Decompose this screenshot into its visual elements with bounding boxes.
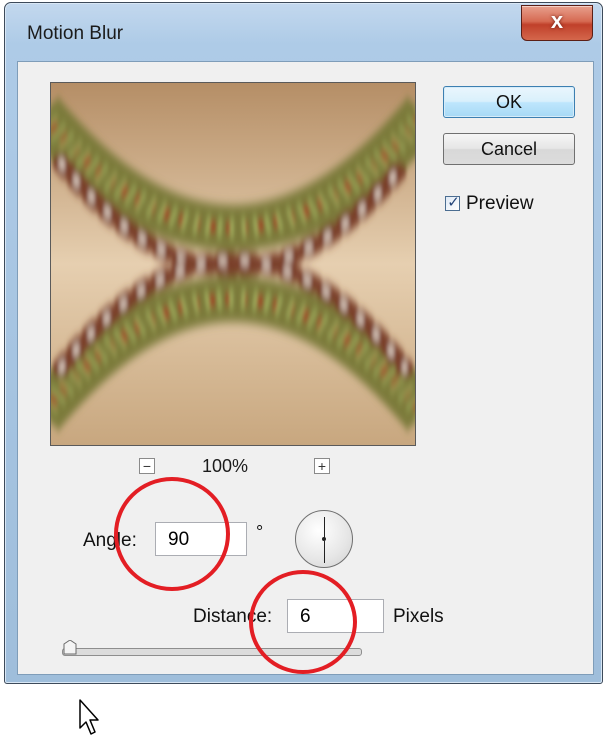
distance-unit: Pixels — [393, 606, 444, 627]
angle-input[interactable]: 90 — [155, 522, 247, 556]
ok-button[interactable]: OK — [443, 86, 575, 118]
preview-checkbox-label: Preview — [466, 193, 534, 214]
dial-tail — [324, 541, 325, 563]
checkmark-icon: ✓ — [447, 194, 460, 211]
close-button[interactable]: x — [521, 5, 593, 41]
angle-label: Angle: — [83, 530, 137, 551]
dialog-body: − 100% + OK Cancel ✓ Preview Angle: 90 °… — [17, 61, 594, 735]
distance-slider-thumb[interactable] — [62, 640, 78, 656]
angle-dial-icon[interactable] — [295, 510, 353, 568]
zoom-level: 100% — [202, 456, 249, 476]
preview-checkbox-box[interactable]: ✓ — [445, 194, 460, 211]
preview-image[interactable] — [50, 82, 416, 446]
zoom-controls: − 100% + — [18, 456, 448, 480]
zoom-in-icon[interactable]: + — [314, 458, 330, 474]
distance-slider-track[interactable] — [62, 648, 362, 656]
preview-checkbox[interactable]: ✓ Preview — [445, 193, 605, 217]
dialog-title: Motion Blur — [27, 23, 124, 44]
blurred-necklace-image — [51, 83, 415, 445]
degree-symbol: ° — [256, 522, 264, 542]
distance-input[interactable]: 6 — [287, 599, 384, 633]
motion-blur-dialog: Motion Blur x − 100% + OK Cancel ✓ Previ… — [4, 2, 603, 735]
zoom-out-icon[interactable]: − — [139, 458, 155, 474]
cancel-button[interactable]: Cancel — [443, 133, 575, 165]
title-bar: Motion Blur x — [5, 3, 602, 63]
mouse-cursor-icon — [79, 699, 99, 735]
dial-needle — [324, 517, 325, 539]
close-icon: x — [550, 8, 564, 33]
distance-label: Distance: — [193, 606, 273, 627]
